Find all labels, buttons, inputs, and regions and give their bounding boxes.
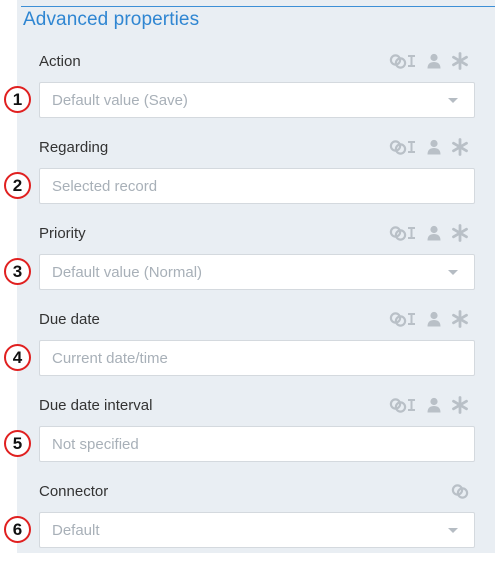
user-icon[interactable] <box>426 311 442 327</box>
link-text-icon[interactable] <box>389 310 417 328</box>
field-label: Regarding <box>39 139 109 156</box>
field-icons <box>451 480 469 502</box>
section-title[interactable]: Advanced properties <box>23 9 199 31</box>
field-icons <box>389 308 469 330</box>
callout-number: 4 <box>4 344 31 371</box>
asterisk-icon[interactable] <box>451 138 469 156</box>
chevron-down-icon[interactable] <box>448 270 458 275</box>
user-icon[interactable] <box>426 397 442 413</box>
field-connector: Connector 6 Default <box>0 483 495 569</box>
callout-number: 6 <box>4 516 31 543</box>
field-due-date: Due date 4 Current date/time <box>0 308 495 397</box>
section-divider <box>21 6 495 7</box>
callout-number: 2 <box>4 172 31 199</box>
link-text-icon[interactable] <box>389 52 417 70</box>
link-text-icon[interactable] <box>389 138 417 156</box>
field-due-date-interval: Due date interval 5 Not specified <box>0 394 495 483</box>
field-action: Action 1 Default value (Save) <box>0 50 495 139</box>
field-icons <box>389 394 469 416</box>
chevron-down-icon[interactable] <box>448 98 458 103</box>
input-value: Current date/time <box>52 349 168 367</box>
select-value: Default value (Normal) <box>52 263 203 281</box>
input-value: Not specified <box>52 435 139 453</box>
asterisk-icon[interactable] <box>451 224 469 242</box>
connector-select[interactable]: Default <box>39 512 475 548</box>
callout-number: 3 <box>4 258 31 285</box>
asterisk-icon[interactable] <box>451 396 469 414</box>
select-value: Default value (Save) <box>52 91 188 109</box>
priority-select[interactable]: Default value (Normal) <box>39 254 475 290</box>
user-icon[interactable] <box>426 53 442 69</box>
due-date-input[interactable]: Current date/time <box>39 340 475 376</box>
field-label: Due date <box>39 311 100 328</box>
user-icon[interactable] <box>426 225 442 241</box>
regarding-input[interactable]: Selected record <box>39 168 475 204</box>
link-icon[interactable] <box>451 482 469 500</box>
field-priority: Priority 3 Default value (Normal) <box>0 222 495 311</box>
link-text-icon[interactable] <box>389 224 417 242</box>
asterisk-icon[interactable] <box>451 52 469 70</box>
field-label: Due date interval <box>39 397 153 414</box>
field-icons <box>389 50 469 72</box>
asterisk-icon[interactable] <box>451 310 469 328</box>
field-label: Priority <box>39 225 86 242</box>
select-value: Default <box>52 521 100 539</box>
callout-number: 1 <box>4 86 31 113</box>
field-label: Connector <box>39 483 109 500</box>
action-select[interactable]: Default value (Save) <box>39 82 475 118</box>
field-icons <box>389 136 469 158</box>
user-icon[interactable] <box>426 139 442 155</box>
due-date-interval-input[interactable]: Not specified <box>39 426 475 462</box>
chevron-down-icon[interactable] <box>448 528 458 533</box>
field-icons <box>389 222 469 244</box>
link-text-icon[interactable] <box>389 396 417 414</box>
field-label: Action <box>39 53 81 70</box>
field-regarding: Regarding 2 Selected record <box>0 136 495 225</box>
input-value: Selected record <box>52 177 158 195</box>
callout-number: 5 <box>4 430 31 457</box>
